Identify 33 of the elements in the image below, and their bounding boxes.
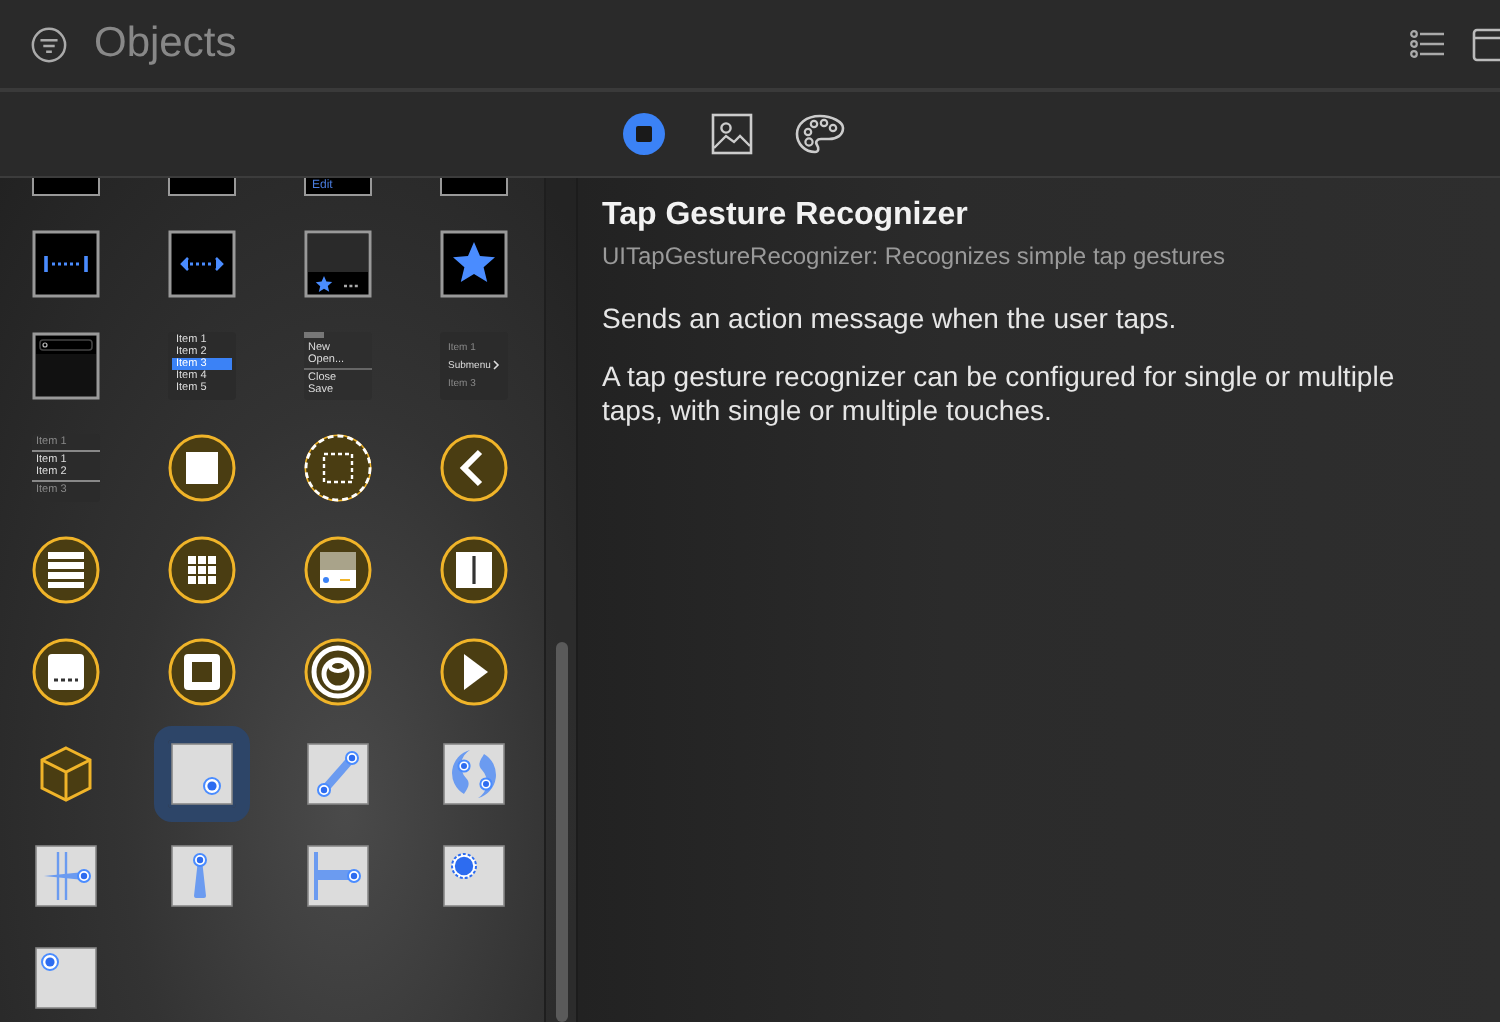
star-tile[interactable] — [440, 230, 508, 298]
dashed-square-circle-tile[interactable] — [304, 434, 372, 502]
swipe-gesture-tile[interactable] — [32, 842, 100, 910]
window-icon[interactable] — [1472, 27, 1500, 61]
scrollbar-thumb[interactable] — [555, 642, 568, 1022]
frame-circle-tile[interactable] — [168, 638, 236, 706]
play-circle-tile[interactable] — [440, 638, 508, 706]
description-paragraph: A tap gesture recognizer can be configured for single or multiple taps, with single or multiple touches. — [602, 360, 1397, 428]
page-control-tile[interactable] — [32, 230, 100, 298]
square-circle-tile[interactable] — [168, 434, 236, 502]
tab-bar-tile[interactable] — [304, 230, 372, 298]
object-title: Tap Gesture Recognizer — [602, 198, 970, 234]
chevron-circle-tile[interactable] — [440, 434, 508, 502]
lines-circle-tile[interactable] — [32, 536, 100, 604]
stepper-tile[interactable] — [168, 230, 236, 298]
filter-icon — [30, 25, 68, 63]
pinch-gesture-tile[interactable] — [304, 740, 372, 808]
edge-pan-gesture-tile[interactable] — [304, 842, 372, 910]
tap-gesture-tile[interactable] — [168, 740, 236, 808]
window-circle-tile[interactable] — [304, 536, 372, 604]
rings-circle-tile[interactable] — [304, 638, 372, 706]
grid-circle-tile[interactable] — [168, 536, 236, 604]
search-bar-tile[interactable] — [32, 332, 100, 400]
description-paragraph: Sends an action message when the user taps. — [602, 302, 1179, 336]
list-view-icon[interactable] — [1410, 30, 1444, 58]
long-press-gesture-tile[interactable] — [440, 842, 508, 910]
dots-circle-tile[interactable] — [32, 638, 100, 706]
chevron-icon — [492, 360, 501, 371]
object-class-description: UITapGestureRecognizer: Recognizes simple tap gestures — [602, 242, 1227, 270]
pan-gesture-tile[interactable] — [168, 842, 236, 910]
hover-gesture-tile[interactable] — [32, 944, 100, 1012]
split-circle-tile[interactable] — [440, 536, 508, 604]
rotation-gesture-tile[interactable] — [440, 740, 508, 808]
